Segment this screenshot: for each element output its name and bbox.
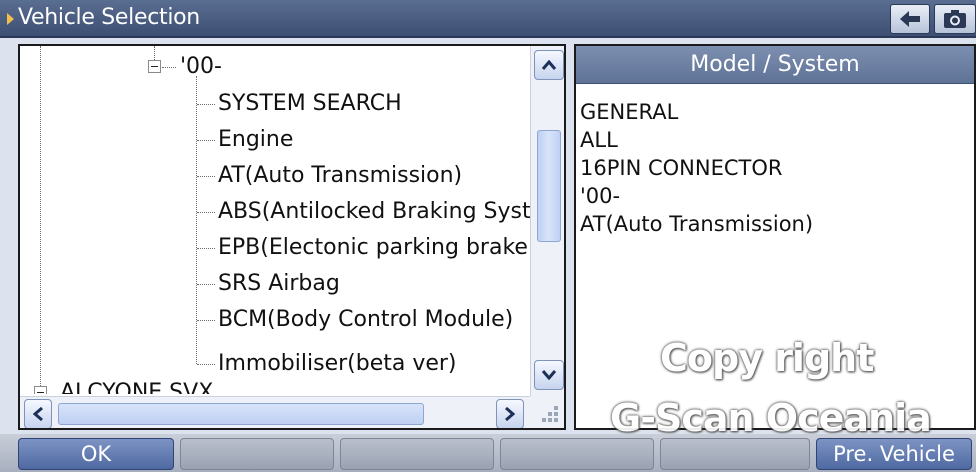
- horizontal-scrollbar[interactable]: [20, 396, 530, 428]
- scroll-up-button[interactable]: [534, 50, 564, 80]
- function-button-5[interactable]: [660, 438, 810, 470]
- tree-connector: [197, 364, 215, 365]
- collapse-expander-icon[interactable]: [34, 386, 47, 394]
- tree-connector: [197, 176, 215, 177]
- tree-connector: [197, 104, 215, 105]
- model-item-all: ALL: [580, 128, 618, 152]
- tree-connector: [197, 212, 215, 213]
- chevron-down-icon: [541, 370, 557, 380]
- tree-item-epb[interactable]: EPB(Electonic parking brake: [218, 235, 528, 261]
- vertical-scroll-thumb[interactable]: [537, 130, 561, 242]
- model-system-list: GENERAL ALL 16PIN CONNECTOR '00- AT(Auto…: [580, 98, 813, 238]
- tree-guide-line: [40, 46, 41, 394]
- tree-node-partial[interactable]: ALCYONE SVX: [60, 380, 213, 394]
- horizontal-scroll-thumb[interactable]: [58, 403, 424, 425]
- tree-item-srs[interactable]: SRS Airbag: [218, 271, 340, 297]
- chevron-left-icon: [33, 406, 43, 422]
- tree-item-engine[interactable]: Engine: [218, 127, 293, 153]
- tree-item-abs[interactable]: ABS(Antilocked Braking Syst: [218, 199, 530, 225]
- function-button-3[interactable]: [340, 438, 494, 470]
- collapse-expander-icon[interactable]: [148, 60, 161, 73]
- resize-grip-icon[interactable]: [530, 396, 564, 428]
- tree-connector: [162, 67, 176, 68]
- tree-connector: [197, 140, 215, 141]
- window-title: Vehicle Selection: [18, 5, 200, 30]
- tree-guide-line: [154, 46, 155, 60]
- vertical-scrollbar[interactable]: [530, 46, 564, 396]
- tree-connector: [197, 248, 215, 249]
- model-item-system: AT(Auto Transmission): [580, 212, 814, 236]
- vehicle-tree-panel: '00- SYSTEM SEARCH Engine AT(Auto Transm…: [18, 44, 566, 430]
- scroll-left-button[interactable]: [24, 399, 52, 428]
- tree-item-bcm[interactable]: BCM(Body Control Module): [218, 307, 513, 333]
- function-button-4[interactable]: [500, 438, 654, 470]
- tree-node-year[interactable]: '00-: [180, 54, 222, 80]
- main-area: '00- SYSTEM SEARCH Engine AT(Auto Transm…: [0, 38, 976, 434]
- back-button[interactable]: [890, 4, 930, 34]
- model-item-connector: 16PIN CONNECTOR: [580, 156, 783, 180]
- chevron-up-icon: [541, 60, 557, 70]
- model-system-header: Model / System: [576, 46, 974, 84]
- tree-connector: [197, 320, 215, 321]
- title-bar: Vehicle Selection: [0, 0, 976, 38]
- ok-button[interactable]: OK: [18, 438, 174, 470]
- tree-item-system-search[interactable]: SYSTEM SEARCH: [218, 91, 402, 117]
- function-button-bar: OK Pre. Vehicle: [0, 434, 976, 472]
- scroll-down-button[interactable]: [534, 360, 564, 390]
- camera-button[interactable]: [934, 4, 976, 34]
- camera-icon: [944, 10, 966, 28]
- tree-item-immobiliser[interactable]: Immobiliser(beta ver): [218, 351, 457, 377]
- tree-connector: [197, 284, 215, 285]
- tree-view: '00- SYSTEM SEARCH Engine AT(Auto Transm…: [20, 46, 530, 394]
- back-arrow-icon: [900, 11, 920, 27]
- title-arrow-icon: [7, 13, 14, 25]
- tree-item-at[interactable]: AT(Auto Transmission): [218, 163, 462, 189]
- model-system-panel: Model / System GENERAL ALL 16PIN CONNECT…: [574, 44, 976, 430]
- scroll-right-button[interactable]: [496, 399, 524, 428]
- model-item-general: GENERAL: [580, 100, 679, 124]
- pre-vehicle-button[interactable]: Pre. Vehicle: [816, 438, 972, 470]
- chevron-right-icon: [505, 406, 515, 422]
- function-button-2[interactable]: [180, 438, 334, 470]
- model-item-year: '00-: [580, 184, 621, 208]
